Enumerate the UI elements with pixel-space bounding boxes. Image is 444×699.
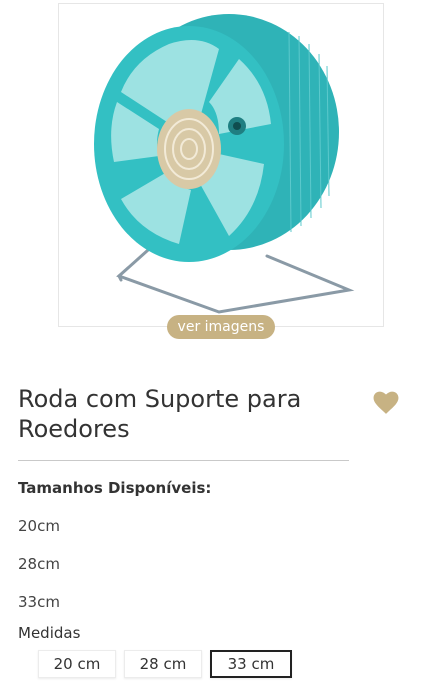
view-images-button[interactable]: ver imagens — [167, 315, 275, 339]
product-image-frame[interactable] — [58, 3, 384, 327]
available-size-item: 28cm — [18, 555, 60, 573]
measures-options: 20 cm 28 cm 33 cm — [38, 650, 292, 678]
available-size-item: 33cm — [18, 593, 60, 611]
measure-option-28[interactable]: 28 cm — [124, 650, 202, 678]
measures-label: Medidas — [18, 624, 81, 642]
product-image — [94, 14, 355, 314]
product-title: Roda com Suporte para Roedores — [18, 385, 302, 443]
available-sizes-heading: Tamanhos Disponíveis: — [18, 479, 212, 497]
divider — [18, 460, 349, 461]
available-size-item: 20cm — [18, 517, 60, 535]
measure-option-20[interactable]: 20 cm — [38, 650, 116, 678]
heart-icon[interactable] — [373, 391, 399, 415]
measure-option-33[interactable]: 33 cm — [210, 650, 292, 678]
